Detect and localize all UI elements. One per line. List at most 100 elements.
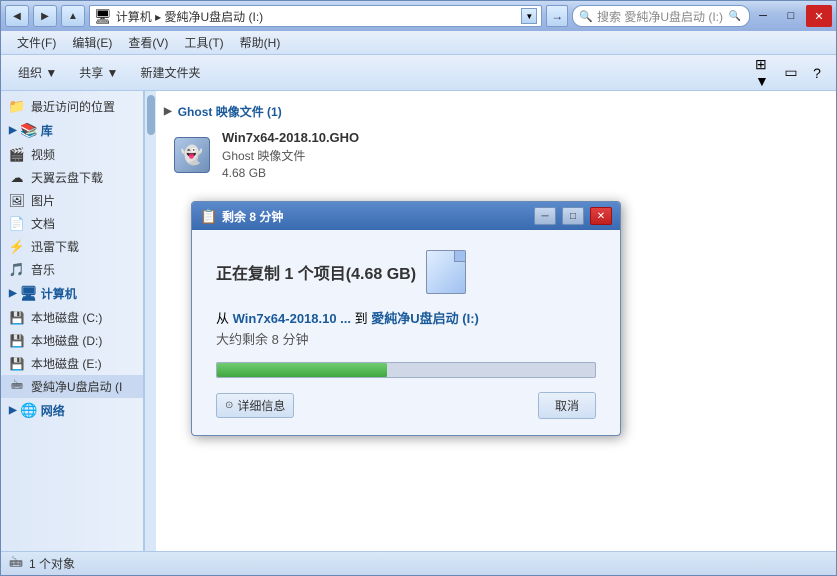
sidebar-item-video[interactable]: 🎬 视频	[1, 143, 143, 166]
search-placeholder-text: 搜索 愛純净U盘启动 (I:)	[597, 8, 723, 25]
toolbar: 组织 ▼ 共享 ▼ 新建文件夹 ⊞ ▼ ▭ ?	[1, 55, 836, 91]
address-part-2: 愛純净U盘启动 (I:)	[165, 10, 264, 24]
sidebar-network-header[interactable]: ▶ 🌐 网络	[1, 398, 143, 423]
dialog-title-text: 剩余 8 分钟	[222, 208, 528, 225]
organize-button[interactable]: 组织 ▼	[9, 59, 66, 86]
menu-tools[interactable]: 工具(T)	[176, 32, 231, 53]
dialog-maximize-button[interactable]: □	[562, 207, 584, 225]
thunder-icon: ⚡	[9, 239, 25, 255]
copy-progress-title: 正在复制 1 个项目(4.68 GB)	[216, 260, 416, 284]
sidebar-drive-d-label: 本地磁盘 (D:)	[31, 332, 102, 349]
file-name: Win7x64-2018.10.GHO	[222, 130, 359, 145]
computer-arrow: ▶	[9, 288, 17, 299]
copy-from-label: 从	[216, 311, 233, 326]
computer-icon: 🖥	[21, 286, 37, 302]
details-toggle-button[interactable]: ⊙ 详细信息	[216, 393, 294, 418]
file-group-header: ▶ Ghost 映像文件 (1)	[164, 99, 828, 124]
search-submit-button[interactable]: 🔍	[727, 8, 743, 24]
copy-dest-name: 愛純净U盘启动 (I:)	[371, 311, 479, 326]
sidebar-item-recent[interactable]: 📁 最近访问的位置	[1, 95, 143, 118]
search-bar[interactable]: 🔍 搜索 愛純净U盘启动 (I:) 🔍	[572, 5, 750, 27]
back-button[interactable]: ◀	[5, 5, 29, 27]
sidebar-item-thunder[interactable]: ⚡ 迅雷下载	[1, 235, 143, 258]
video-icon: 🎬	[9, 147, 25, 163]
photo-icon: 🖼	[9, 193, 25, 209]
file-item-gho[interactable]: Win7x64-2018.10.GHO Ghost 映像文件 4.68 GB	[164, 124, 828, 186]
main-window: ◀ ▶ ▲ 🖥 计算机 ▸ 愛純净U盘启动 (I:) ▼ → 🔍 搜索 愛純净U…	[0, 0, 837, 576]
copy-time-remaining: 大约剩余 8 分钟	[216, 329, 596, 348]
dialog-body: 正在复制 1 个项目(4.68 GB) 从 Win7x64-2018.10 ..…	[192, 230, 620, 435]
copy-doc-icon	[426, 250, 466, 294]
drive-d-icon: 💾	[9, 333, 25, 349]
sidebar-wrapper: 📁 最近访问的位置 ▶ 📚 库 🎬 视频 ☁ 天翼云盘下载	[1, 91, 156, 551]
sidebar-drive-c-label: 本地磁盘 (C:)	[31, 309, 102, 326]
close-button[interactable]: ✕	[806, 5, 832, 27]
sidebar-library-header[interactable]: ▶ 📚 库	[1, 118, 143, 143]
sidebar-scroll-thumb[interactable]	[147, 95, 155, 135]
sidebar-item-docs[interactable]: 📄 文档	[1, 212, 143, 235]
details-arrow-icon: ⊙	[225, 400, 233, 411]
sidebar-item-photos[interactable]: 🖼 图片	[1, 189, 143, 212]
menu-file[interactable]: 文件(F)	[9, 32, 64, 53]
drive-i-icon: 🖮	[9, 379, 25, 395]
window-controls: ─ □ ✕	[750, 5, 832, 27]
up-button[interactable]: ▲	[61, 5, 85, 27]
help-button[interactable]: ?	[806, 62, 828, 84]
dialog-title-bar: 📋 剩余 8 分钟 ─ □ ✕	[192, 202, 620, 230]
cloud-icon: ☁	[9, 170, 25, 186]
progress-bar-container	[216, 362, 596, 378]
sidebar: 📁 最近访问的位置 ▶ 📚 库 🎬 视频 ☁ 天翼云盘下载	[1, 91, 144, 551]
address-folder-icon: 🖥	[94, 8, 112, 25]
drive-e-icon: 💾	[9, 356, 25, 372]
share-button[interactable]: 共享 ▼	[70, 59, 127, 86]
menu-view[interactable]: 查看(V)	[120, 32, 176, 53]
status-count: 1 个对象	[29, 555, 75, 572]
file-type: Ghost 映像文件	[222, 147, 359, 164]
details-pane-button[interactable]: ▭	[780, 62, 802, 84]
drive-c-icon: 💾	[9, 310, 25, 326]
dialog-minimize-button[interactable]: ─	[534, 207, 556, 225]
sidebar-computer-header[interactable]: ▶ 🖥 计算机	[1, 281, 143, 306]
address-go-button[interactable]: →	[546, 5, 568, 27]
forward-button[interactable]: ▶	[33, 5, 57, 27]
sidebar-video-label: 视频	[31, 146, 55, 163]
status-bar: 🖮 1 个对象	[1, 551, 836, 575]
sidebar-scrollbar[interactable]	[144, 91, 156, 551]
address-bar[interactable]: 🖥 计算机 ▸ 愛純净U盘启动 (I:) ▼	[89, 5, 542, 27]
copy-source-name: Win7x64-2018.10 ...	[233, 311, 351, 326]
new-folder-button[interactable]: 新建文件夹	[131, 59, 209, 86]
search-icon: 🔍	[579, 10, 593, 23]
recent-icon: 📁	[9, 99, 25, 115]
sidebar-item-drive-d[interactable]: 💾 本地磁盘 (D:)	[1, 329, 143, 352]
library-label: 库	[41, 122, 53, 139]
network-arrow: ▶	[9, 405, 17, 416]
title-bar: ◀ ▶ ▲ 🖥 计算机 ▸ 愛純净U盘启动 (I:) ▼ → 🔍 搜索 愛純净U…	[1, 1, 836, 31]
sidebar-item-drive-e[interactable]: 💾 本地磁盘 (E:)	[1, 352, 143, 375]
sidebar-drive-i-label: 愛純净U盘启动 (I	[31, 378, 122, 395]
sidebar-item-cloud[interactable]: ☁ 天翼云盘下载	[1, 166, 143, 189]
network-icon: 🌐	[21, 403, 37, 419]
sidebar-item-music[interactable]: 🎵 音乐	[1, 258, 143, 281]
sidebar-item-drive-c[interactable]: 💾 本地磁盘 (C:)	[1, 306, 143, 329]
dialog-title-icon: 📋	[200, 208, 216, 224]
file-size: 4.68 GB	[222, 166, 359, 180]
file-info: Win7x64-2018.10.GHO Ghost 映像文件 4.68 GB	[222, 130, 359, 180]
menu-bar: 文件(F) 编辑(E) 查看(V) 工具(T) 帮助(H)	[1, 31, 836, 55]
library-arrow: ▶	[9, 125, 17, 136]
view-options-button[interactable]: ⊞ ▼	[754, 62, 776, 84]
maximize-button[interactable]: □	[778, 5, 804, 27]
minimize-button[interactable]: ─	[750, 5, 776, 27]
music-icon: 🎵	[9, 262, 25, 278]
menu-edit[interactable]: 编辑(E)	[64, 32, 120, 53]
dialog-main-title: 正在复制 1 个项目(4.68 GB)	[216, 250, 596, 294]
dialog-close-button[interactable]: ✕	[590, 207, 612, 225]
group-arrow: ▶	[164, 106, 172, 117]
sidebar-music-label: 音乐	[31, 261, 55, 278]
sidebar-item-drive-i[interactable]: 🖮 愛純净U盘启动 (I	[1, 375, 143, 398]
menu-help[interactable]: 帮助(H)	[232, 32, 289, 53]
address-dropdown[interactable]: ▼	[521, 8, 537, 24]
sidebar-photo-label: 图片	[31, 192, 55, 209]
sidebar-recent-label: 最近访问的位置	[31, 98, 115, 115]
address-part-1: 计算机	[116, 10, 152, 24]
cancel-button[interactable]: 取消	[538, 392, 596, 419]
